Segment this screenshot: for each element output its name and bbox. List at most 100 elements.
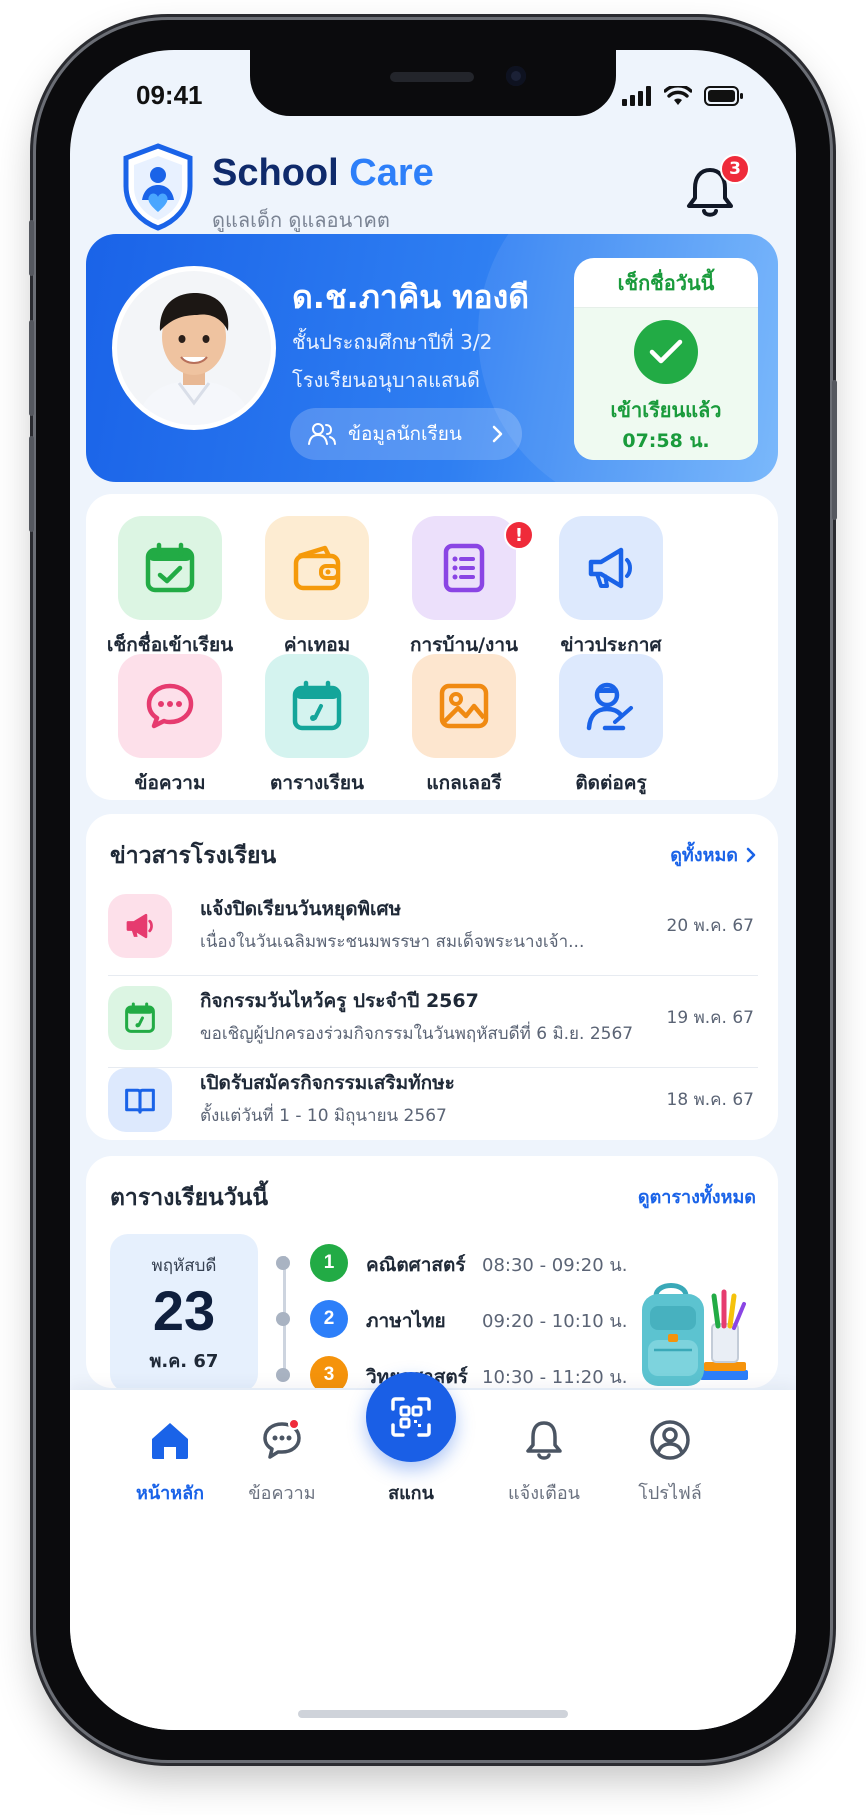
- schedule-item[interactable]: 2 ภาษาไทย 09:20 - 10:10 น.: [276, 1298, 636, 1340]
- scan-label: สแกน: [388, 1483, 434, 1504]
- schedule-see-all-link[interactable]: ดูตารางทั้งหมด: [638, 1182, 756, 1211]
- calendar-icon: [265, 654, 369, 758]
- status-time: 09:41: [136, 80, 203, 110]
- menu-item-homework[interactable]: ! การบ้าน/งาน: [384, 516, 544, 656]
- homework-alert-badge: !: [504, 520, 534, 550]
- subject-name: ภาษาไทย: [366, 1310, 446, 1332]
- notch: [250, 50, 616, 116]
- student-info-label: ข้อมูลนักเรียน: [348, 423, 462, 445]
- news-date: 19 พ.ค. 67: [666, 1008, 754, 1028]
- news-desc: ตั้งแต่วันที่ 1 - 10 มิถุนายน 2567: [200, 1106, 447, 1126]
- menu-label: ติดต่อครู: [575, 772, 647, 794]
- student-info-button[interactable]: ข้อมูลนักเรียน: [290, 408, 522, 460]
- menu-item-tuition[interactable]: ค่าเทอม: [237, 516, 397, 656]
- menu-item-contact-teacher[interactable]: ติดต่อครู: [531, 654, 691, 794]
- bell-icon: [518, 1414, 570, 1466]
- student-school: โรงเรียนอนุบาลแสนดี: [292, 368, 480, 392]
- volume-up-button: [29, 320, 34, 416]
- calendar-icon: [108, 986, 172, 1050]
- mute-switch: [29, 220, 34, 276]
- checkin-status-card[interactable]: เช็กชื่อวันนี้ เข้าเรียนแล้ว 07:58 น.: [574, 258, 758, 460]
- timeline-dot: [276, 1368, 290, 1382]
- phone-frame: 09:41 School Care ดูแลเด็ก ดูแลอนาคต 3 ด…: [29, 20, 837, 1760]
- nav-notifications-label: แจ้งเตือน: [508, 1483, 580, 1504]
- menu-item-timetable[interactable]: ตารางเรียน: [237, 654, 397, 794]
- menu-item-gallery[interactable]: แกลเลอรี: [384, 654, 544, 794]
- shield-logo-icon: [123, 143, 193, 231]
- period-number: 2: [310, 1300, 348, 1338]
- news-item[interactable]: เปิดรับสมัครกิจกรรมเสริมทักษะ ตั้งแต่วัน…: [108, 1068, 758, 1138]
- news-item[interactable]: กิจกรรมวันไหว้ครู ประจำปี 2567 ขอเชิญผู้…: [108, 976, 758, 1068]
- news-desc: เนื่องในวันเฉลิมพระชนมพรรษา สมเด็จพระนาง…: [200, 932, 585, 952]
- nav-home[interactable]: หน้าหลัก: [110, 1414, 230, 1507]
- date-month-year: พ.ค. 67: [149, 1351, 219, 1372]
- nav-profile[interactable]: โปรไฟล์: [610, 1414, 730, 1507]
- news-item[interactable]: แจ้งปิดเรียนวันหยุดพิเศษ เนื่องในวันเฉลิ…: [108, 884, 758, 976]
- news-title: เปิดรับสมัครกิจกรรมเสริมทักษะ: [200, 1072, 455, 1094]
- today-schedule-card: ตารางเรียนวันนี้ ดูตารางทั้งหมด พฤหัสบดี…: [86, 1156, 778, 1388]
- student-photo: [117, 271, 271, 425]
- phone-screen: 09:41 School Care ดูแลเด็ก ดูแลอนาคต 3 ด…: [70, 50, 796, 1730]
- bottom-navigation: หน้าหลัก ข้อความ สแกน แจ้งเตือน โปรไฟล์: [70, 1372, 796, 1730]
- menu-item-messages[interactable]: ข้อความ: [90, 654, 250, 794]
- power-button: [832, 380, 837, 520]
- status-icons: [622, 86, 744, 106]
- chat-bubble-icon: [256, 1414, 308, 1466]
- schedule-item[interactable]: 3 วิทยาศาสตร์ 10:30 - 11:20 น.: [276, 1354, 636, 1388]
- megaphone-icon: [559, 516, 663, 620]
- news-desc: ขอเชิญผู้ปกครองร่วมกิจกรรมในวันพฤหัสบดีท…: [200, 1024, 634, 1044]
- chat-bubble-icon: [118, 654, 222, 758]
- checkin-status-text: เข้าเรียนแล้ว: [610, 398, 722, 422]
- speaker-grille: [390, 72, 474, 82]
- backpack-illustration: [642, 1283, 748, 1386]
- menu-label: ตารางเรียน: [270, 772, 364, 794]
- checkin-time: 07:58 น.: [622, 430, 710, 452]
- scan-button[interactable]: [366, 1372, 456, 1462]
- news-date: 18 พ.ค. 67: [666, 1090, 754, 1110]
- app-name-part1: School: [212, 152, 339, 194]
- period-number: 1: [310, 1244, 348, 1282]
- subject-name: คณิตศาสตร์: [366, 1254, 466, 1276]
- menu-label: แกลเลอรี: [426, 772, 502, 794]
- news-title: กิจกรรมวันไหว้ครู ประจำปี 2567: [200, 990, 479, 1012]
- signal-icon: [622, 86, 651, 106]
- menu-item-announcements[interactable]: ข่าวประกาศ: [531, 516, 691, 656]
- date-day-name: พฤหัสบดี: [151, 1256, 217, 1276]
- nav-notifications[interactable]: แจ้งเตือน: [484, 1414, 604, 1507]
- home-indicator: [298, 1710, 568, 1718]
- users-icon: [308, 423, 336, 445]
- student-avatar: [112, 266, 276, 430]
- period-number: 3: [310, 1356, 348, 1388]
- notification-count-badge: 3: [720, 154, 750, 184]
- book-icon: [108, 1068, 172, 1132]
- quick-menu-grid: เช็กชื่อเข้าเรียน ค่าเทอม ! การบ้าน/งาน …: [86, 494, 778, 800]
- notification-bell-button[interactable]: 3: [684, 154, 750, 220]
- user-circle-icon: [644, 1414, 696, 1466]
- chevron-right-icon: [492, 425, 503, 443]
- news-see-all-link[interactable]: ดูทั้งหมด: [670, 840, 756, 869]
- app-name: School Care: [212, 152, 434, 195]
- battery-icon: [704, 86, 743, 106]
- schedule-item[interactable]: 1 คณิตศาสตร์ 08:30 - 09:20 น.: [276, 1242, 636, 1284]
- school-news-card: ข่าวสารโรงเรียน ดูทั้งหมด แจ้งปิดเรียนวั…: [86, 814, 778, 1140]
- menu-item-checkin[interactable]: เช็กชื่อเข้าเรียน: [90, 516, 250, 656]
- timeline-dot: [276, 1256, 290, 1270]
- period-time: 09:20 - 10:10 น.: [482, 1311, 628, 1332]
- news-title: แจ้งปิดเรียนวันหยุดพิเศษ: [200, 898, 402, 920]
- teacher-icon: [559, 654, 663, 758]
- timeline-dot: [276, 1312, 290, 1326]
- unread-dot: [288, 1418, 300, 1430]
- student-name: ด.ช.ภาคิน ทองดี: [292, 278, 530, 316]
- nav-messages[interactable]: ข้อความ: [222, 1414, 342, 1507]
- app-name-part2: Care: [349, 152, 434, 194]
- see-all-label: ดูทั้งหมด: [670, 845, 738, 866]
- nav-messages-label: ข้อความ: [248, 1483, 316, 1504]
- app-header: School Care ดูแลเด็ก ดูแลอนาคต 3: [120, 142, 750, 242]
- calendar-check-icon: [118, 516, 222, 620]
- wallet-icon: [265, 516, 369, 620]
- image-icon: [412, 654, 516, 758]
- chevron-right-icon: [746, 847, 756, 862]
- period-time: 08:30 - 09:20 น.: [482, 1255, 628, 1276]
- menu-label: ข้อความ: [134, 772, 206, 794]
- check-circle-icon: [634, 320, 698, 384]
